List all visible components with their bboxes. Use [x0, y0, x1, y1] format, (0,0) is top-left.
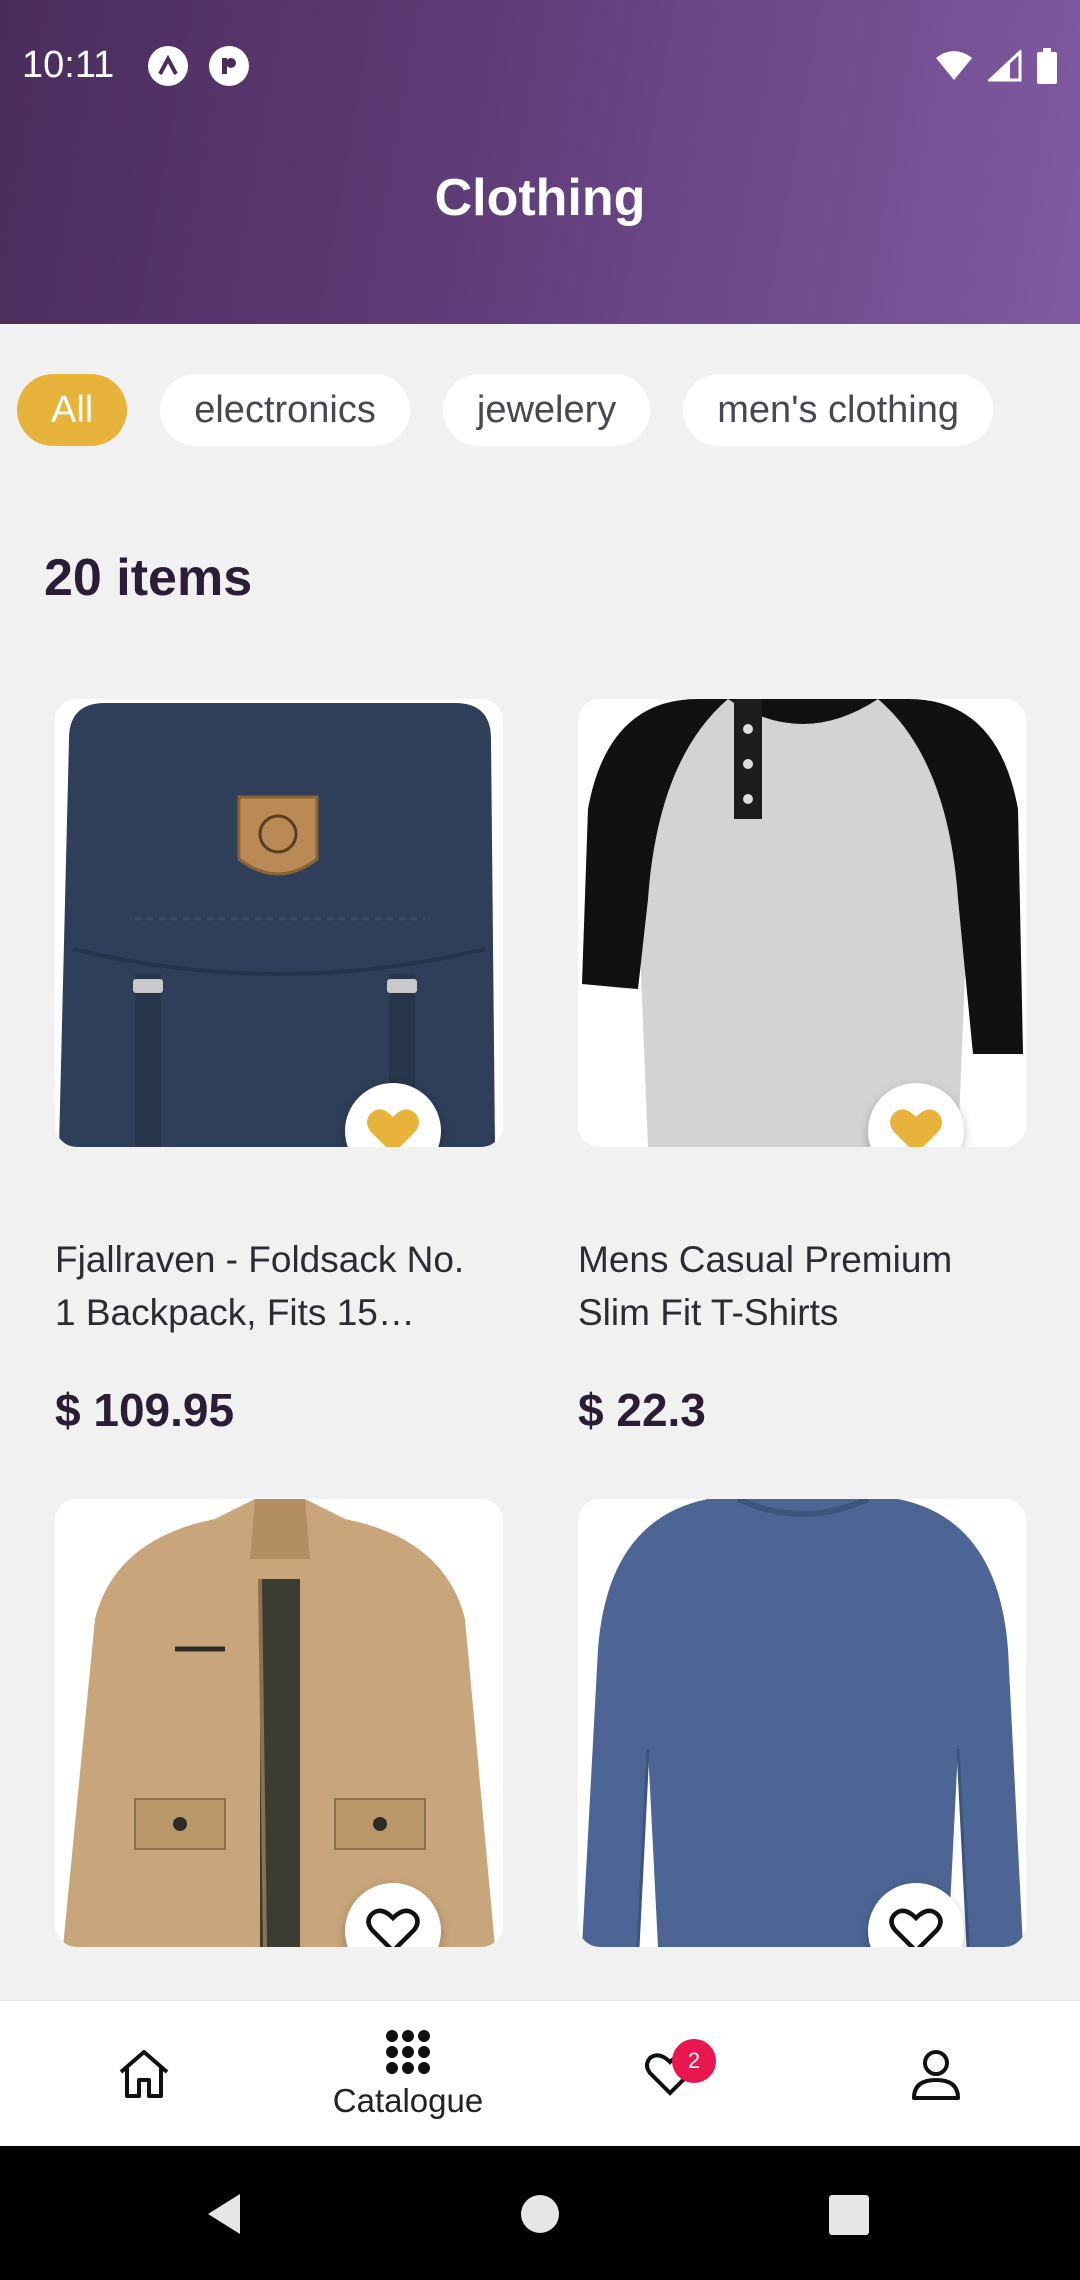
- favorites-count-badge: 2: [672, 2039, 716, 2083]
- category-filters: All electronics jewelery men's clothing: [17, 374, 993, 446]
- filter-chip-mens-clothing[interactable]: men's clothing: [683, 374, 993, 446]
- product-image-backpack[interactable]: [55, 699, 503, 1147]
- recents-icon[interactable]: [828, 2194, 870, 2236]
- heart-filled-icon: [367, 1109, 419, 1147]
- heart-outline-icon: [889, 1908, 943, 1947]
- status-time: 10:11: [22, 44, 115, 86]
- notification-a-icon: [148, 46, 188, 86]
- product-image-long-sleeve[interactable]: [578, 1499, 1026, 1947]
- filter-chip-electronics[interactable]: electronics: [160, 374, 410, 446]
- nav-catalogue[interactable]: Catalogue: [320, 2001, 496, 2147]
- items-count: 20 items: [44, 549, 253, 607]
- product-card[interactable]: Mens Casual Premium Slim Fit T-Shirts $ …: [578, 699, 1026, 1436]
- back-icon[interactable]: [204, 2192, 244, 2236]
- filter-chip-jewelery[interactable]: jewelery: [442, 374, 651, 446]
- home-icon: [119, 2050, 169, 2098]
- product-price: $ 22.3: [578, 1384, 706, 1436]
- bottom-navigation: Catalogue 2: [0, 2000, 1080, 2147]
- product-image-tshirt[interactable]: [578, 699, 1026, 1147]
- app-header: 10:11 Clothing: [0, 0, 1080, 324]
- product-image-jacket[interactable]: [55, 1499, 503, 1947]
- product-title: Fjallraven - Foldsack No. 1 Backpack, Fi…: [55, 1239, 465, 1333]
- wifi-icon: [934, 50, 974, 87]
- battery-icon: [1036, 48, 1058, 89]
- notification-r-icon: [209, 46, 249, 86]
- nav-favorites[interactable]: 2: [620, 2001, 720, 2147]
- product-card[interactable]: [578, 1499, 1026, 1947]
- grid-icon: [386, 2030, 430, 2074]
- heart-filled-icon: [890, 1109, 942, 1147]
- filter-chip-all[interactable]: All: [17, 374, 128, 446]
- product-card[interactable]: [55, 1499, 503, 1947]
- signal-icon: [986, 48, 1022, 87]
- product-card[interactable]: Fjallraven - Foldsack No. 1 Backpack, Fi…: [55, 699, 503, 1436]
- home-circle-icon[interactable]: [520, 2194, 560, 2234]
- nav-catalogue-label: Catalogue: [332, 2082, 484, 2119]
- heart-outline-icon: [366, 1908, 420, 1947]
- product-title: Mens Casual Premium Slim Fit T-Shirts: [578, 1239, 953, 1333]
- nav-home[interactable]: [94, 2001, 194, 2147]
- user-icon: [912, 2050, 960, 2100]
- nav-profile[interactable]: [886, 2001, 986, 2147]
- page-title: Clothing: [434, 169, 646, 227]
- product-price: $ 109.95: [55, 1384, 235, 1436]
- system-navigation: [0, 2146, 1080, 2280]
